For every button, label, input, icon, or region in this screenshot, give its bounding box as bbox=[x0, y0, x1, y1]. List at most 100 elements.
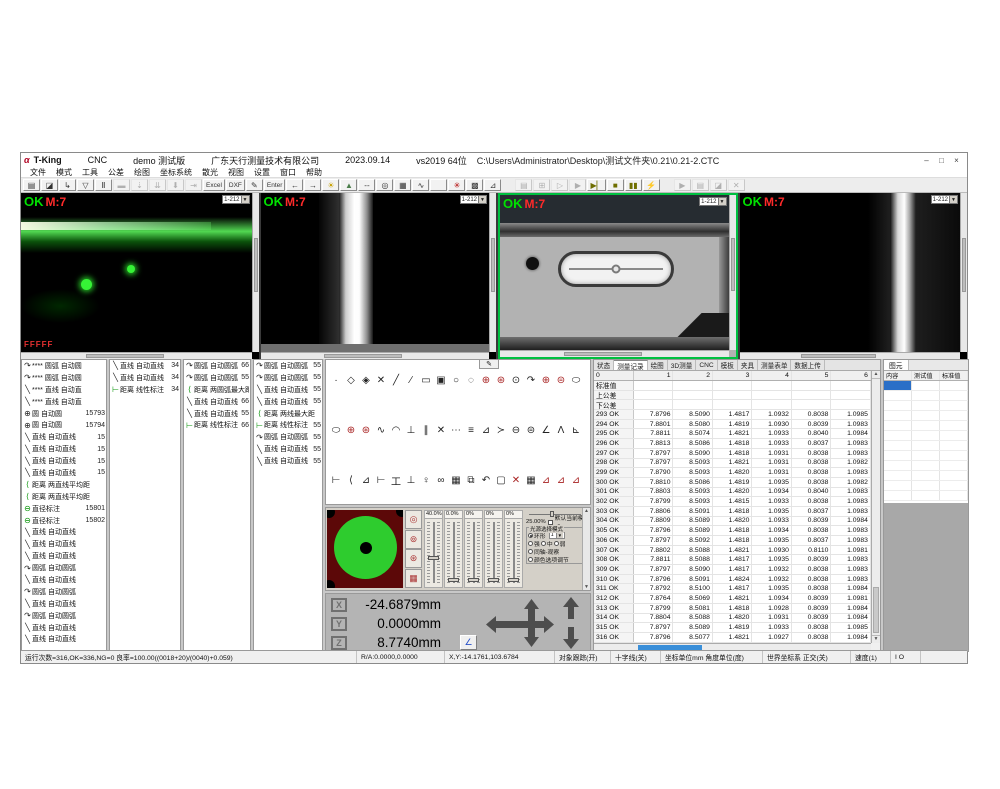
camera-zoom-select[interactable]: 1-212▼ bbox=[931, 195, 958, 204]
element-row[interactable] bbox=[884, 471, 968, 481]
feature-list-item[interactable]: ╲直线 自动直线55 bbox=[254, 455, 322, 467]
element-row[interactable] bbox=[884, 381, 968, 391]
measure-tool-icon[interactable]: ⊥ bbox=[404, 424, 418, 437]
feature-list-item[interactable]: ⊢距离 线性标注55 bbox=[254, 419, 322, 431]
scroll-down-icon[interactable]: ▼ bbox=[872, 635, 880, 643]
feature-list-item[interactable]: ╲直线 自动直线34 bbox=[110, 372, 180, 384]
dxf-button[interactable]: DXF bbox=[226, 179, 245, 191]
camera-vscrollbar[interactable] bbox=[960, 193, 967, 352]
tab-3D测量[interactable]: 3D测量 bbox=[668, 360, 697, 370]
menu-item-坐标系统[interactable]: 坐标系统 bbox=[155, 167, 197, 178]
camera-hscrollbar[interactable] bbox=[21, 352, 252, 359]
table-row[interactable]: 312 OK7.87648.50691.48211.09340.80391.09… bbox=[594, 594, 871, 604]
table-row[interactable]: 313 OK7.87998.50811.48181.09280.80391.09… bbox=[594, 604, 871, 614]
feature-list-item[interactable]: ╲直线 自动直线15 bbox=[22, 431, 106, 443]
level-radio-弱[interactable] bbox=[554, 541, 559, 546]
feature-list-item[interactable]: ╲直线 自动直线 bbox=[22, 598, 106, 610]
table-row[interactable]: 302 OK7.87998.50931.48151.09330.80381.09… bbox=[594, 497, 871, 507]
menu-item-视图[interactable]: 视图 bbox=[223, 167, 249, 178]
camera-vscrollbar[interactable] bbox=[489, 193, 496, 352]
feature-list-item[interactable]: ⟨距离 两直线平均距 bbox=[22, 491, 106, 503]
close-button[interactable]: × bbox=[949, 156, 964, 165]
element-row[interactable] bbox=[884, 491, 968, 501]
table-fixed-row[interactable]: 标准值 bbox=[594, 381, 871, 391]
feature-list-item[interactable]: ⊢距离 线性标注34 bbox=[110, 384, 180, 396]
measure-tool-icon[interactable]: ↷ bbox=[524, 374, 538, 387]
camera-view-2[interactable]: OKM:7 1-212▼ bbox=[261, 193, 497, 359]
feature-list-item[interactable]: ↷圆弧 自动圆弧55 bbox=[254, 431, 322, 443]
slider-thumb[interactable] bbox=[428, 556, 439, 560]
measure-tool-icon[interactable]: ◈ bbox=[359, 374, 373, 387]
slider-thumb[interactable] bbox=[448, 578, 459, 582]
light-slider-1[interactable]: 40.0% bbox=[424, 510, 443, 588]
measure-tool-icon[interactable]: ▣ bbox=[434, 374, 448, 387]
dash-button[interactable]: -- bbox=[358, 179, 375, 191]
measure-tool-icon[interactable]: ▭ bbox=[419, 374, 433, 387]
z-jog-arrows[interactable] bbox=[562, 597, 580, 649]
feature-list-item[interactable]: ╲直线 自动直线 bbox=[22, 574, 106, 586]
open-button[interactable]: ◪ bbox=[41, 179, 58, 191]
feature-list-item[interactable]: ⟨距离 两圆弧最大距 bbox=[184, 384, 250, 396]
table-row[interactable]: 296 OK7.88138.50861.48181.09330.80371.09… bbox=[594, 439, 871, 449]
measure-tool-icon[interactable]: ∥ bbox=[419, 424, 433, 437]
table-row[interactable]: 307 OK7.88028.50881.48211.09300.81101.09… bbox=[594, 546, 871, 556]
table-row[interactable]: 315 OK7.87978.50891.48191.09330.80381.09… bbox=[594, 623, 871, 633]
menu-item-公差[interactable]: 公差 bbox=[103, 167, 129, 178]
camera-hscrollbar[interactable] bbox=[261, 352, 490, 359]
element-row[interactable] bbox=[884, 411, 968, 421]
table-row[interactable]: 293 OK7.87968.50901.48171.09320.80381.09… bbox=[594, 410, 871, 420]
tab-绘图[interactable]: 绘图 bbox=[648, 360, 668, 370]
measure-tool-icon[interactable]: ⬭ bbox=[569, 374, 583, 387]
ring-light-preview[interactable] bbox=[327, 510, 403, 588]
menu-item-绘图[interactable]: 绘图 bbox=[129, 167, 155, 178]
measure-tool-icon[interactable]: ⊕ bbox=[479, 374, 493, 387]
feature-list-item[interactable]: ↷**** 圆弧 自动圆 bbox=[22, 372, 106, 384]
menu-item-窗口[interactable]: 窗口 bbox=[275, 167, 301, 178]
measure-tool-icon[interactable]: ∠ bbox=[539, 424, 553, 437]
angle-jog-button[interactable]: ∠ bbox=[460, 635, 477, 650]
feature-list-item[interactable]: ╲直线 自动直线55 bbox=[254, 384, 322, 396]
feature-list-item[interactable]: ╲直线 自动直线55 bbox=[254, 396, 322, 408]
feature-list-item[interactable]: ╲直线 自动直线55 bbox=[254, 443, 322, 455]
enter-button[interactable]: Enter bbox=[264, 179, 286, 191]
measure-tool-icon[interactable]: Λ bbox=[554, 424, 568, 437]
measure-tool-icon[interactable]: ⊛ bbox=[494, 374, 508, 387]
table-row[interactable]: 309 OK7.87978.50901.48171.09320.80381.09… bbox=[594, 565, 871, 575]
ring-light-button-1[interactable]: ◎ bbox=[405, 510, 422, 529]
tab-夹具[interactable]: 夹具 bbox=[738, 360, 758, 370]
minimize-button[interactable]: – bbox=[919, 156, 934, 165]
measure-tool-icon[interactable]: ∕ bbox=[404, 374, 418, 387]
menu-item-设置[interactable]: 设置 bbox=[249, 167, 275, 178]
measure-tool-icon[interactable]: ≻ bbox=[494, 424, 508, 437]
feature-list-item[interactable]: ↷圆弧 自动圆弧 bbox=[22, 610, 106, 622]
menu-item-文件[interactable]: 文件 bbox=[25, 167, 51, 178]
tab-数据上传[interactable]: 数据上传 bbox=[791, 360, 824, 370]
ring-light-button-3[interactable]: ⊛ bbox=[405, 549, 422, 568]
tab-状态[interactable]: 状态 bbox=[594, 360, 614, 370]
tab-测量记录[interactable]: 测量记录 bbox=[614, 360, 647, 370]
path-button[interactable]: ↳ bbox=[59, 179, 76, 191]
feature-list-item[interactable]: ╲直线 自动直线 bbox=[22, 633, 106, 645]
measure-tool-icon[interactable]: ⊿ bbox=[569, 474, 583, 487]
camera-zoom-select[interactable]: 1-212▼ bbox=[222, 195, 249, 204]
measure-tool-icon[interactable]: ⊿ bbox=[479, 424, 493, 437]
measure-tool-icon[interactable]: ◠ bbox=[389, 424, 403, 437]
table-row[interactable]: 304 OK7.88098.50891.48201.09330.80391.09… bbox=[594, 517, 871, 527]
feature-list-item[interactable]: ╲直线 自动直线 bbox=[22, 622, 106, 634]
feature-list-item[interactable]: ⊖直径标注15801 bbox=[22, 503, 106, 515]
measure-tool-icon[interactable]: ⋯ bbox=[449, 424, 463, 437]
measure-tool-icon[interactable]: ✕ bbox=[434, 424, 448, 437]
measure-tool-icon[interactable]: ⊥ bbox=[404, 474, 418, 487]
slider-thumb[interactable] bbox=[488, 578, 499, 582]
master-light-slider[interactable] bbox=[529, 510, 581, 518]
measure-tool-icon[interactable]: ♀ bbox=[419, 474, 433, 487]
feature-list-item[interactable]: ╲**** 直线 自动直 bbox=[22, 396, 106, 408]
matrix-button[interactable]: ▩ bbox=[466, 179, 483, 191]
camera-vscrollbar[interactable] bbox=[252, 193, 259, 352]
menu-item-散光[interactable]: 散光 bbox=[197, 167, 223, 178]
pattern-button[interactable]: ▦ bbox=[394, 179, 411, 191]
measure-tool-icon[interactable]: ⧉ bbox=[464, 474, 478, 487]
measure-tool-icon[interactable]: ↶ bbox=[479, 474, 493, 487]
ring-radio[interactable] bbox=[528, 533, 533, 538]
measure-tool-icon[interactable]: ⬭ bbox=[329, 424, 343, 437]
